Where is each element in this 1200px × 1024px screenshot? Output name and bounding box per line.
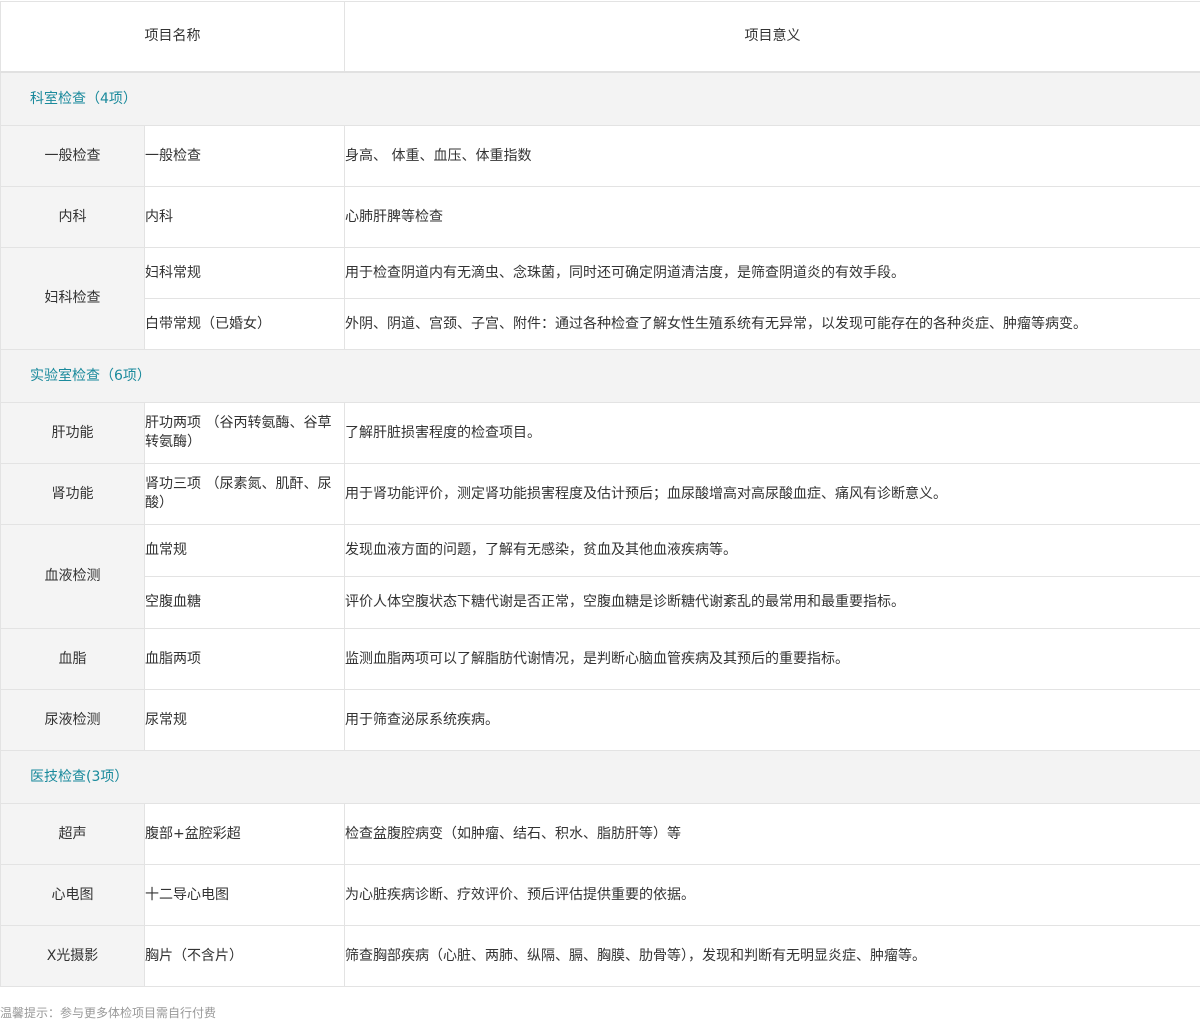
category-cell: 血液检测 [0,524,145,629]
item-name-cell: 血脂两项 [144,628,345,690]
category-cell: 肝功能 [0,402,145,464]
section-row: 医技检查(3项） [0,750,1200,804]
table-header-row: 项目名称 项目意义 [0,1,1200,73]
item-meaning-cell: 评价人体空腹状态下糖代谢是否正常，空腹血糖是诊断糖代谢紊乱的最常用和最重要指标。 [344,576,1200,629]
item-name-cell: 肾功三项 （尿素氮、肌酐、尿酸） [144,463,345,525]
item-name-cell: 十二导心电图 [144,864,345,926]
table-row: 一般检查 一般检查 身高、 体重、血压、体重指数 [0,125,1200,187]
item-meaning-cell: 发现血液方面的问题，了解有无感染，贫血及其他血液疾病等。 [344,524,1200,577]
item-meaning-cell: 心肺肝脾等检查 [344,186,1200,248]
item-name-cell: 尿常规 [144,689,345,751]
item-meaning-cell: 筛查胸部疾病（心脏、两肺、纵隔、膈、胸膜、肋骨等），发现和判断有无明显炎症、肿瘤… [344,925,1200,987]
table-row: 白带常规（已婚女） 外阴、阴道、宫颈、子宫、附件：通过各种检查了解女性生殖系统有… [1,298,1200,350]
table-row: 血液检测 血常规 发现血液方面的问题，了解有无感染，贫血及其他血液疾病等。 [0,524,1200,629]
item-meaning-cell: 检查盆腹腔病变（如肿瘤、结石、积水、脂肪肝等）等 [344,803,1200,865]
category-cell: 内科 [0,186,145,248]
category-cell: 尿液检测 [0,689,145,751]
item-name-cell: 胸片（不含片） [144,925,345,987]
exam-items-table: 项目名称 项目意义 科室检查（4项） 一般检查 一般检查 身高、 体重、血压、体… [0,1,1200,987]
category-cell: 心电图 [0,864,145,926]
item-name-cell: 白带常规（已婚女） [144,298,345,350]
category-cell: 一般检查 [0,125,145,187]
item-name-cell: 内科 [144,186,345,248]
section-title: 科室检查（4项） [0,71,1200,126]
item-name-cell: 血常规 [144,524,345,577]
table-row: 心电图 十二导心电图 为心脏疾病诊断、疗效评价、预后评估提供重要的依据。 [0,864,1200,926]
item-meaning-cell: 用于筛查泌尿系统疾病。 [344,689,1200,751]
exam-package-page: 项目名称 项目意义 科室检查（4项） 一般检查 一般检查 身高、 体重、血压、体… [0,0,1200,1024]
table-row: 妇科检查 妇科常规 用于检查阴道内有无滴虫、念珠菌，同时还可确定阴道清洁度，是筛… [0,247,1200,350]
category-cell: X光摄影 [0,925,145,987]
category-cell: 超声 [0,803,145,865]
table-row: 肾功能 肾功三项 （尿素氮、肌酐、尿酸） 用于肾功能评价，测定肾功能损害程度及估… [0,463,1200,525]
category-cell: 肾功能 [0,463,145,525]
table-row: 内科 内科 心肺肝脾等检查 [0,186,1200,248]
category-cell: 妇科检查 [0,247,145,350]
item-name-cell: 一般检查 [144,125,345,187]
table-row: 尿液检测 尿常规 用于筛查泌尿系统疾病。 [0,689,1200,751]
item-name-cell: 空腹血糖 [144,576,345,629]
item-meaning-cell: 用于检查阴道内有无滴虫、念珠菌，同时还可确定阴道清洁度，是筛查阴道炎的有效手段。 [344,247,1200,299]
category-cell: 血脂 [0,628,145,690]
section-title: 医技检查(3项） [0,750,1200,804]
section-row: 科室检查（4项） [0,71,1200,126]
table-row: 肝功能 肝功两项 （谷丙转氨酶、谷草转氨酶） 了解肝脏损害程度的检查项目。 [0,402,1200,464]
item-name-cell: 肝功两项 （谷丙转氨酶、谷草转氨酶） [144,402,345,464]
table-row: 超声 腹部+盆腔彩超 检查盆腹腔病变（如肿瘤、结石、积水、脂肪肝等）等 [0,803,1200,865]
item-meaning-cell: 外阴、阴道、宫颈、子宫、附件：通过各种检查了解女性生殖系统有无异常，以发现可能存… [344,298,1200,350]
item-meaning-cell: 为心脏疾病诊断、疗效评价、预后评估提供重要的依据。 [344,864,1200,926]
item-meaning-cell: 用于肾功能评价，测定肾功能损害程度及估计预后；血尿酸增高对高尿酸血症、痛风有诊断… [344,463,1200,525]
footer-tip: 温馨提示：参与更多体检项目需自行付费 [0,1006,217,1020]
table-row: X光摄影 胸片（不含片） 筛查胸部疾病（心脏、两肺、纵隔、膈、胸膜、肋骨等），发… [0,925,1200,987]
column-header-meaning: 项目意义 [344,1,1200,73]
column-header-name: 项目名称 [0,1,345,73]
table-row: 血脂 血脂两项 监测血脂两项可以了解脂肪代谢情况，是判断心脑血管疾病及其预后的重… [0,628,1200,690]
item-name-cell: 妇科常规 [144,247,345,299]
item-name-cell: 腹部+盆腔彩超 [144,803,345,865]
section-row: 实验室检查（6项） [0,349,1200,403]
item-meaning-cell: 身高、 体重、血压、体重指数 [344,125,1200,187]
table-row: 空腹血糖 评价人体空腹状态下糖代谢是否正常，空腹血糖是诊断糖代谢紊乱的最常用和最… [1,576,1200,629]
section-title: 实验室检查（6项） [0,349,1200,403]
item-meaning-cell: 了解肝脏损害程度的检查项目。 [344,402,1200,464]
item-meaning-cell: 监测血脂两项可以了解脂肪代谢情况，是判断心脑血管疾病及其预后的重要指标。 [344,628,1200,690]
